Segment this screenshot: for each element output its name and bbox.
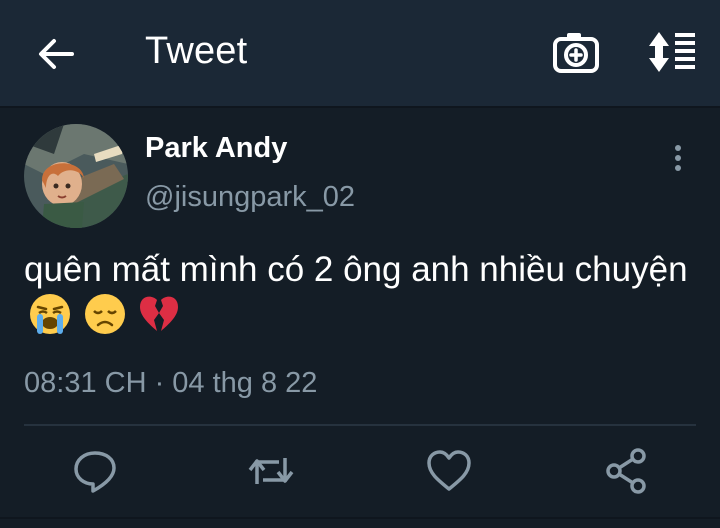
top-app-bar: Tweet (0, 0, 720, 106)
disappointed-face-icon (84, 294, 125, 334)
loudly-crying-face-icon (30, 294, 70, 334)
reply-bubble-icon[interactable] (70, 446, 120, 496)
camera-plus-icon[interactable] (551, 28, 601, 78)
heart-icon[interactable] (424, 446, 474, 496)
broken-heart-icon (140, 296, 179, 331)
page-title: Tweet (145, 30, 248, 72)
avatar[interactable] (24, 124, 128, 228)
tweet-timestamp: 08:31 CH · 04 thg 8 22 (24, 367, 318, 399)
author-name[interactable]: Park Andy (145, 132, 287, 165)
tweet-text: quên mất mình có 2 ông anh nhiều chuyện (24, 250, 688, 289)
sort-list-icon[interactable] (643, 28, 699, 76)
author-handle[interactable]: @jisungpark_02 (145, 181, 355, 214)
share-icon[interactable] (602, 446, 652, 496)
retweet-icon[interactable] (246, 446, 296, 496)
tweet-body: quên mất mình có 2 ông anh nhiều chuyện (24, 248, 694, 347)
more-options-icon[interactable] (665, 140, 691, 180)
avatar-image (24, 124, 128, 228)
footer-divider (0, 517, 720, 519)
arrow-left-icon[interactable] (34, 32, 78, 76)
emoji-group (28, 292, 182, 347)
tweet-actions-bar (0, 446, 720, 498)
content-divider (24, 424, 696, 426)
header-divider (0, 106, 720, 108)
